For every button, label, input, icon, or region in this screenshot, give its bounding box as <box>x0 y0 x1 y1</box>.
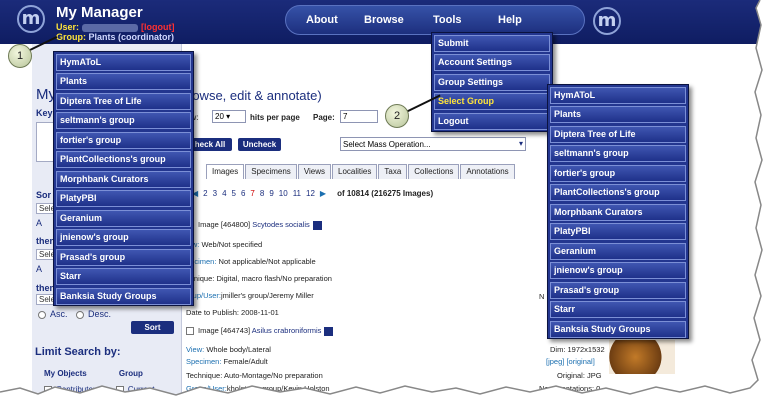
screenshot-stage: m My Manager User: [logout] Group: Plants… <box>0 0 769 402</box>
torn-edge-decoration <box>0 0 769 402</box>
